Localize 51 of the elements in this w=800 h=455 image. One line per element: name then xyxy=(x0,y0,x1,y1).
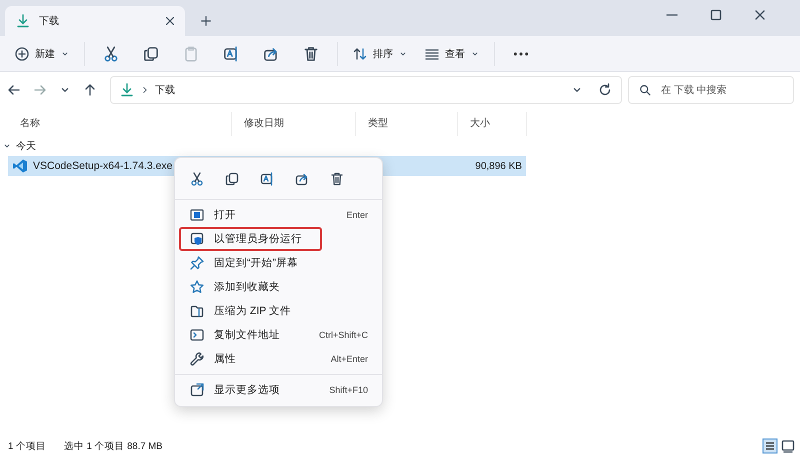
refresh-icon[interactable] xyxy=(597,82,613,98)
window-icon xyxy=(189,207,205,223)
column-header[interactable]: 修改日期 xyxy=(232,112,356,136)
share-icon[interactable] xyxy=(294,171,310,187)
search-field[interactable]: 在 下载 中搜索 xyxy=(628,76,794,104)
column-header[interactable]: 名称 xyxy=(8,112,232,136)
external-icon xyxy=(189,382,205,398)
address-bar[interactable]: 下载 xyxy=(110,76,622,104)
selection-info: 选中 1 个项目 88.7 MB xyxy=(64,440,163,452)
app-icon xyxy=(12,158,28,174)
search-icon xyxy=(638,83,652,97)
download-icon xyxy=(15,13,31,29)
menu-item[interactable]: 固定到“开始”屏幕 xyxy=(179,251,378,275)
tiles-view-icon[interactable] xyxy=(780,438,796,454)
tab-title: 下载 xyxy=(39,14,59,28)
menu-item[interactable]: 压缩为 ZIP 文件 xyxy=(179,299,378,323)
scissors-icon[interactable] xyxy=(102,44,120,62)
folder-icon xyxy=(189,303,205,319)
pin-icon xyxy=(189,255,205,271)
plus-circle-icon xyxy=(14,46,30,62)
trash-icon[interactable] xyxy=(302,44,320,62)
copy-icon[interactable] xyxy=(224,171,240,187)
sort-button[interactable]: 排序 xyxy=(346,42,414,66)
rename-icon[interactable] xyxy=(222,44,240,62)
menu-item[interactable]: 以管理员身份运行 xyxy=(179,227,322,251)
view-button[interactable]: 查看 xyxy=(418,42,486,66)
terminal-icon xyxy=(189,327,205,343)
column-header[interactable]: 类型 xyxy=(356,112,458,136)
column-header[interactable]: 大小 xyxy=(458,112,527,136)
group-header[interactable]: 今天 xyxy=(2,136,122,156)
clipboard-icon[interactable] xyxy=(182,44,200,62)
maximize-icon[interactable] xyxy=(708,7,724,23)
menu-item[interactable]: 打开 Enter xyxy=(179,203,378,227)
menu-item[interactable]: 添加到收藏夹 xyxy=(179,275,378,299)
new-button[interactable]: 新建 xyxy=(8,42,76,66)
sort-icon xyxy=(352,46,368,62)
star-icon xyxy=(189,279,205,295)
shield-icon xyxy=(189,231,205,247)
item-count: 1 个项目 xyxy=(8,440,46,452)
trash-icon[interactable] xyxy=(329,171,345,187)
download-icon xyxy=(119,82,135,98)
menu-item[interactable]: 显示更多选项 Shift+F10 xyxy=(179,378,378,402)
copy-icon[interactable] xyxy=(142,44,160,62)
menu-item[interactable]: 属性 Alt+Enter xyxy=(179,347,378,371)
menu-item[interactable]: 复制文件地址 Ctrl+Shift+C xyxy=(179,323,378,347)
details-view-icon[interactable] xyxy=(762,438,778,454)
close-icon[interactable] xyxy=(163,14,177,28)
rename-icon[interactable] xyxy=(259,171,275,187)
wrench-icon xyxy=(189,351,205,367)
scissors-icon[interactable] xyxy=(189,171,205,187)
plus-icon[interactable] xyxy=(199,14,213,28)
